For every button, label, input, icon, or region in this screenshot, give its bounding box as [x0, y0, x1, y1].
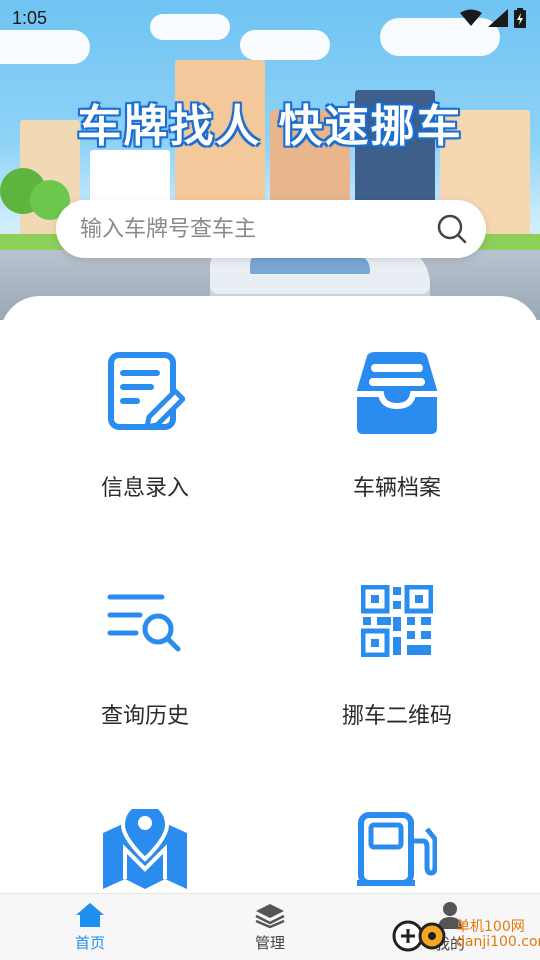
feature-label: 车辆档案	[352, 476, 441, 501]
feature-info-entry[interactable]: 信息录入	[10, 348, 280, 548]
status-time: 1:05	[12, 8, 48, 28]
search-icon[interactable]	[436, 213, 468, 245]
feature-move-car-qrcode[interactable]: 挪车二维码	[262, 576, 532, 776]
wifi-icon	[460, 9, 482, 26]
nav-home[interactable]: 首页	[0, 894, 180, 960]
watermark: 单机100网 danji100.com	[392, 918, 540, 952]
search-input[interactable]	[80, 216, 436, 242]
watermark-line1: 单机100网	[456, 919, 525, 935]
signal-icon	[488, 9, 508, 27]
nav-label: 首页	[74, 933, 105, 952]
gas-station-icon	[352, 804, 442, 894]
header-banner: 1:05 车牌找人 快速挪车	[0, 0, 540, 320]
home-icon	[76, 902, 104, 927]
layers-icon	[255, 903, 285, 928]
edit-document-icon	[100, 348, 190, 438]
nav-label: 管理	[254, 933, 285, 952]
feature-label: 信息录入	[100, 476, 189, 501]
watermark-line2: danji100.com	[456, 934, 540, 950]
feature-query-history[interactable]: 查询历史	[10, 576, 280, 776]
feature-panel: 信息录入 车辆档案 查询历史 挪车二维码	[0, 296, 540, 896]
status-bar: 1:05	[0, 0, 540, 36]
feature-vehicle-archive[interactable]: 车辆档案	[262, 348, 532, 548]
search-list-icon	[100, 576, 190, 666]
archive-tray-icon	[352, 348, 442, 438]
search-bar[interactable]	[56, 200, 486, 258]
nav-manage[interactable]: 管理	[180, 894, 360, 960]
battery-icon	[514, 8, 526, 28]
banner-slogan: 车牌找人 快速挪车	[77, 101, 463, 152]
feature-label: 挪车二维码	[341, 704, 452, 729]
map-pin-icon	[100, 804, 190, 894]
feature-label: 查询历史	[100, 704, 189, 729]
qr-code-icon	[352, 576, 442, 666]
watermark-logo-icon	[392, 920, 446, 952]
